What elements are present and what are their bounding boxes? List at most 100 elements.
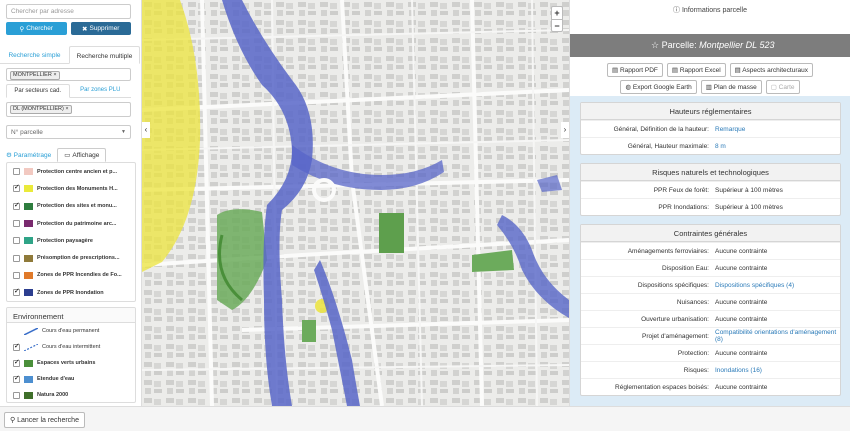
delete-button-label: Supprimer [89, 25, 120, 32]
info-value[interactable]: Inondations (16) [713, 367, 840, 374]
info-value[interactable]: 8 m [713, 143, 840, 150]
layer-checkbox[interactable] [13, 201, 20, 210]
info-key: Général, Hauteur maximale: [627, 142, 709, 150]
display-tab[interactable]: ▭ Affichage [57, 148, 107, 162]
launch-search-label: Lancer la recherche [17, 417, 79, 424]
info-key: Réglementation espaces boisés: [615, 383, 709, 391]
parcel-prefix: Parcelle: [661, 40, 697, 50]
layer-item[interactable]: Protection du patrimoine arc... [7, 215, 135, 232]
architecture-button[interactable]: ▤ Aspects architecturaux [729, 63, 813, 77]
layer-checkbox[interactable] [13, 271, 20, 279]
map-button[interactable]: ▢ Carte [765, 80, 800, 94]
remove-tag-icon[interactable]: × [65, 106, 68, 112]
map-button-label: Carte [778, 84, 795, 91]
address-search-input[interactable]: Chercher par adresse [6, 4, 131, 19]
delete-button[interactable]: ✖ Supprimer [70, 22, 131, 35]
info-value: Aucune contrainte [715, 247, 768, 255]
layer-checkbox[interactable] [13, 237, 20, 245]
caret-down-icon: ▼ [121, 129, 126, 135]
layer-item[interactable]: Protection paysagère [7, 232, 135, 249]
city-tag-label: MONTPELLIER [13, 72, 52, 78]
remove-tag-icon[interactable]: × [53, 72, 56, 78]
google-earth-export-button[interactable]: ◍ Export Google Earth [620, 80, 697, 94]
section-title: Risques naturels et technologiques [581, 164, 840, 181]
environment-checkbox[interactable] [13, 342, 20, 351]
layer-checkbox[interactable] [13, 168, 20, 176]
parcel-select-value: N° parcelle [11, 129, 43, 136]
layer-label: Zones de PPR Inondation [37, 289, 104, 296]
info-section: Contraintes générales Aménagements ferrov… [580, 224, 841, 396]
site-plan-label: Plan de masse [713, 84, 757, 91]
info-key: Risques: [683, 366, 709, 374]
tab-multiple-search[interactable]: Recherche multiple [69, 46, 140, 64]
settings-row: ⚙ Paramétrage ▭ Affichage [6, 148, 136, 162]
info-value: Aucune contrainte [715, 264, 768, 272]
layer-swatch [24, 202, 33, 210]
environment-item[interactable]: Cours d'eau intermittent [7, 339, 135, 355]
zoom-out-button[interactable]: − [552, 19, 562, 31]
layer-checkbox[interactable] [13, 220, 20, 228]
info-value[interactable]: Compatibilité orientations d'aménagement… [713, 329, 840, 343]
info-key: Aménagements ferroviaires: [627, 247, 709, 255]
info-row: Disposition Eau: Aucune contrainte [581, 259, 840, 276]
excel-report-button[interactable]: ▤ Rapport Excel [666, 63, 726, 77]
parcel-actions: ▤ Rapport PDF ▤ Rapport Excel ▤ Aspects … [570, 57, 850, 95]
tab-by-sections[interactable]: Par secteurs cad. [6, 84, 70, 98]
environment-checkbox[interactable] [13, 374, 20, 383]
collapse-right-button[interactable]: › [561, 122, 569, 138]
environment-item[interactable]: Natura 2000 [7, 387, 135, 402]
site-plan-button[interactable]: ▥ Plan de masse [700, 80, 762, 94]
file-icon: ▤ [734, 67, 741, 74]
file-icon: ▤ [612, 67, 619, 74]
parcel-number-select[interactable]: N° parcelle ▼ [6, 125, 131, 139]
search-mode-tabs: Recherche simple Recherche multiple [0, 46, 140, 64]
tab-by-zones[interactable]: Par zones PLU [70, 84, 132, 97]
city-tag: MONTPELLIER × [10, 71, 60, 80]
layer-item[interactable]: Protection des sites et monu... [7, 198, 135, 215]
info-header: ⓘ Informations parcelle [570, 0, 850, 18]
layer-list: Protection centre ancien et p... Protecti… [6, 162, 136, 302]
layer-item[interactable]: Présomption de prescriptions... [7, 249, 135, 266]
gear-icon: ⚙ [6, 152, 12, 159]
star-icon[interactable]: ☆ [651, 40, 659, 50]
pdf-report-label: Rapport PDF [619, 67, 658, 74]
search-button[interactable]: ⚲ Chercher [6, 22, 67, 35]
google-earth-label: Export Google Earth [632, 84, 692, 91]
info-value[interactable]: Dispositions spécifiques (4) [713, 282, 840, 289]
tab-simple-search[interactable]: Recherche simple [0, 46, 69, 63]
info-key: Disposition Eau: [662, 264, 709, 272]
city-tag-input[interactable]: MONTPELLIER × [6, 68, 131, 81]
layer-label: Protection centre ancien et p... [37, 168, 118, 175]
layer-item[interactable]: Protection des Monuments H... [7, 180, 135, 197]
collapse-left-button[interactable]: ‹ [142, 122, 150, 138]
layer-item[interactable]: Zones de PPR Incendies de Fo... [7, 267, 135, 284]
section-tag-input[interactable]: DL (MONTPELLIER) × [6, 102, 131, 117]
info-value[interactable]: Remarque [713, 126, 840, 133]
environment-item[interactable]: Etendue d'eau [7, 371, 135, 387]
layer-item[interactable]: Zones de PPR Inondation [7, 284, 135, 301]
launch-search-button[interactable]: ⚲ Lancer la recherche [4, 412, 85, 428]
environment-checkbox[interactable] [13, 391, 20, 399]
environment-item[interactable]: Espaces verts urbains [7, 355, 135, 371]
environment-item[interactable]: Cours d'eau permanent [7, 323, 135, 339]
info-row: Réglementation espaces boisés: Aucune con… [581, 378, 840, 395]
info-row: Projet d'aménagement: Compatibilité orien… [581, 327, 840, 344]
layer-label: Protection des Monuments H... [37, 185, 118, 192]
info-key: Dispositions spécifiques: [637, 281, 709, 289]
layer-checkbox[interactable] [13, 287, 20, 297]
river-dashed-icon [24, 343, 38, 351]
layer-label: Protection des sites et monu... [37, 203, 117, 210]
layer-checkbox[interactable] [13, 183, 20, 193]
info-row: Aménagements ferroviaires: Aucune contrai… [581, 242, 840, 259]
map-canvas[interactable] [142, 0, 569, 406]
layer-item[interactable]: Protection centre ancien et p... [7, 163, 135, 180]
layer-checkbox[interactable] [13, 254, 20, 262]
settings-link[interactable]: ⚙ Paramétrage [6, 151, 51, 159]
environment-checkbox[interactable] [13, 358, 20, 367]
map-view[interactable]: + − ‹ › [142, 0, 569, 406]
info-row: Risques: Inondations (16) [581, 361, 840, 378]
info-header-label: Informations parcelle [681, 7, 747, 14]
filter-tabs: Par secteurs cad. Par zones PLU [6, 84, 131, 98]
pdf-report-button[interactable]: ▤ Rapport PDF [607, 63, 663, 77]
zoom-in-button[interactable]: + [552, 7, 562, 19]
